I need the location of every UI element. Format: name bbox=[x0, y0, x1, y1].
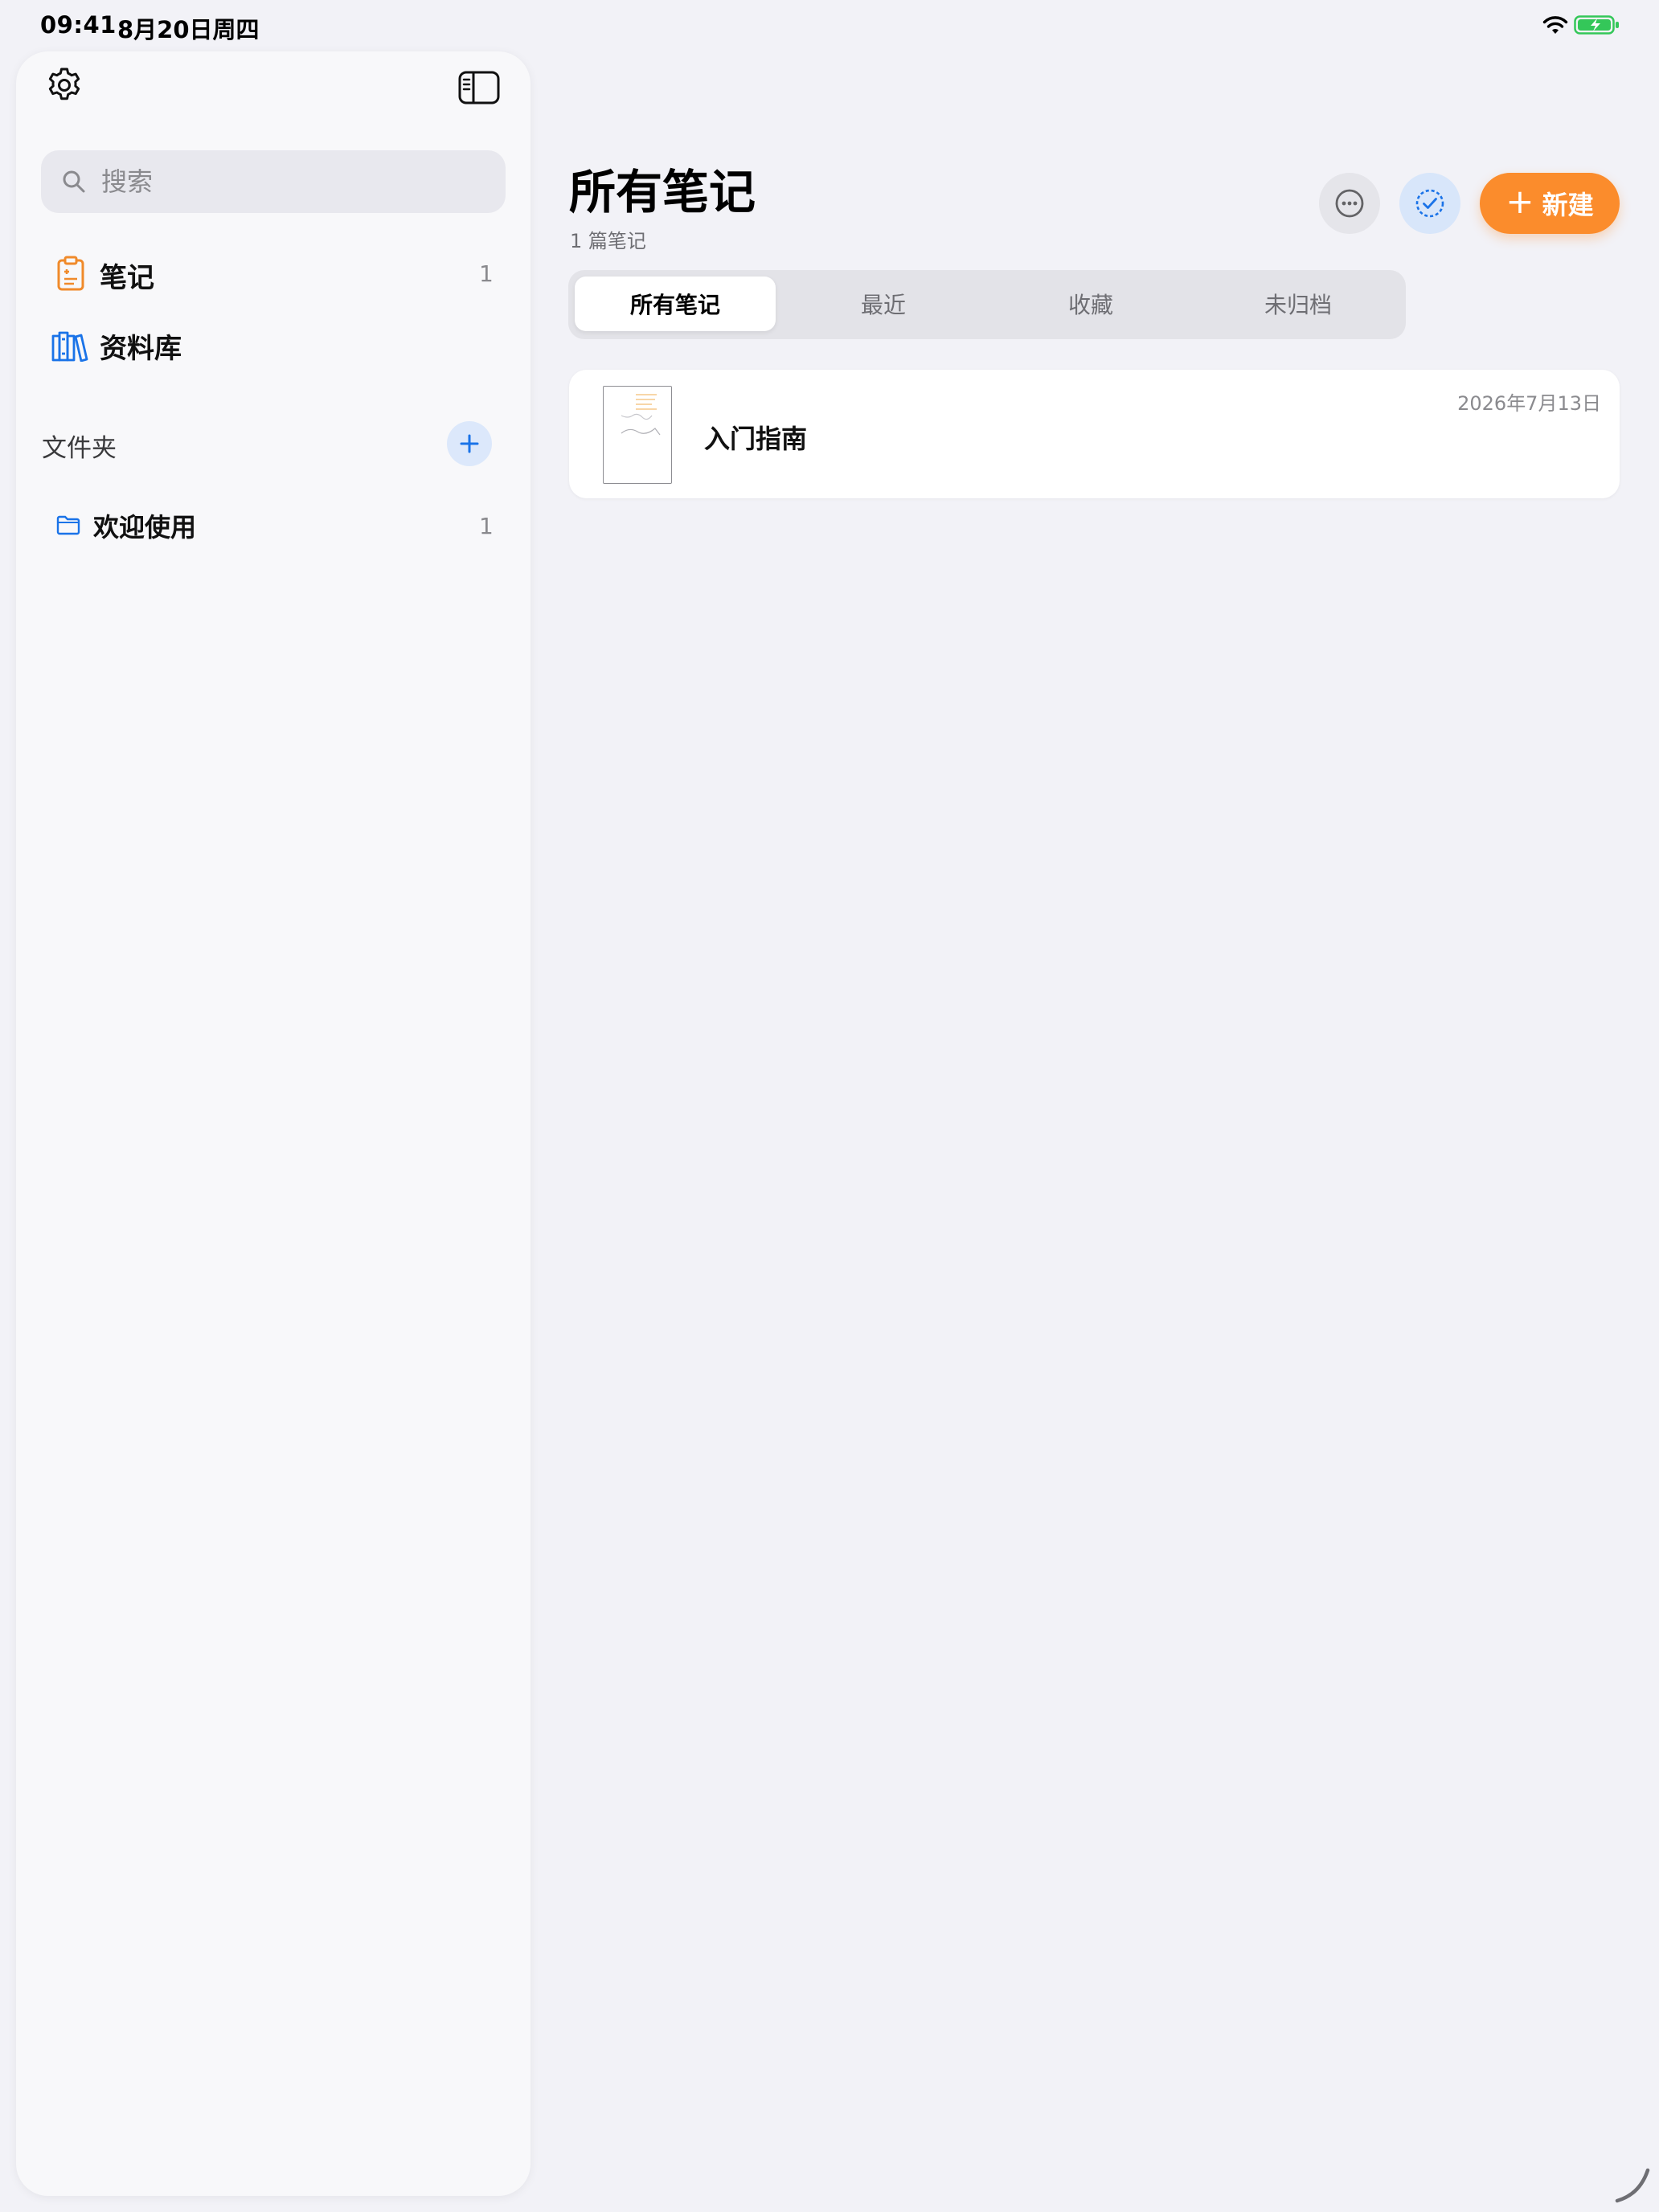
new-button-label: 新建 bbox=[1542, 190, 1594, 220]
add-folder-button[interactable] bbox=[447, 421, 492, 466]
note-count-subtitle: 1 篇笔记 bbox=[570, 230, 646, 252]
select-button[interactable] bbox=[1399, 173, 1460, 234]
tab-unarchived[interactable]: 未归档 bbox=[1198, 276, 1399, 331]
plus-icon bbox=[460, 434, 479, 453]
search-input[interactable] bbox=[101, 164, 487, 199]
search-icon bbox=[63, 170, 85, 193]
ellipsis-icon bbox=[1335, 189, 1364, 218]
wifi-icon bbox=[1542, 16, 1568, 34]
folder-item-welcome[interactable]: 欢迎使用 bbox=[93, 507, 196, 544]
page-title: 所有笔记 bbox=[569, 165, 756, 219]
checkmark-circle-icon bbox=[1415, 189, 1444, 218]
tab-all-notes[interactable]: 所有笔记 bbox=[575, 276, 776, 331]
resize-handle-icon bbox=[1615, 2168, 1650, 2203]
notes-count: 1 bbox=[479, 260, 494, 287]
filter-tabs: 所有笔记 最近 收藏 未归档 bbox=[568, 270, 1406, 339]
gear-icon[interactable] bbox=[45, 66, 84, 104]
notes-icon bbox=[57, 256, 84, 291]
sidebar-item-library[interactable]: 资料库 bbox=[100, 326, 182, 366]
sidebar bbox=[16, 51, 530, 2196]
sidebar-toggle-icon[interactable] bbox=[458, 71, 500, 104]
note-thumbnail bbox=[603, 386, 672, 484]
note-date: 2026年7月13日 bbox=[1457, 392, 1601, 415]
folders-section-title: 文件夹 bbox=[42, 434, 117, 463]
status-date: 8月20日周四 bbox=[117, 16, 260, 43]
library-icon bbox=[51, 331, 88, 362]
tab-favorites[interactable]: 收藏 bbox=[990, 276, 1191, 331]
sidebar-item-notes[interactable]: 笔记 bbox=[100, 256, 154, 295]
tab-recent[interactable]: 最近 bbox=[783, 276, 984, 331]
battery-icon bbox=[1574, 15, 1619, 35]
status-time: 09:41 bbox=[40, 11, 117, 39]
folder-icon bbox=[56, 515, 80, 535]
folder-count: 1 bbox=[479, 513, 494, 539]
new-note-button[interactable]: + 新建 bbox=[1480, 173, 1620, 234]
more-options-button[interactable] bbox=[1319, 173, 1380, 234]
note-title: 入门指南 bbox=[704, 424, 808, 454]
plus-icon: + bbox=[1505, 182, 1534, 221]
